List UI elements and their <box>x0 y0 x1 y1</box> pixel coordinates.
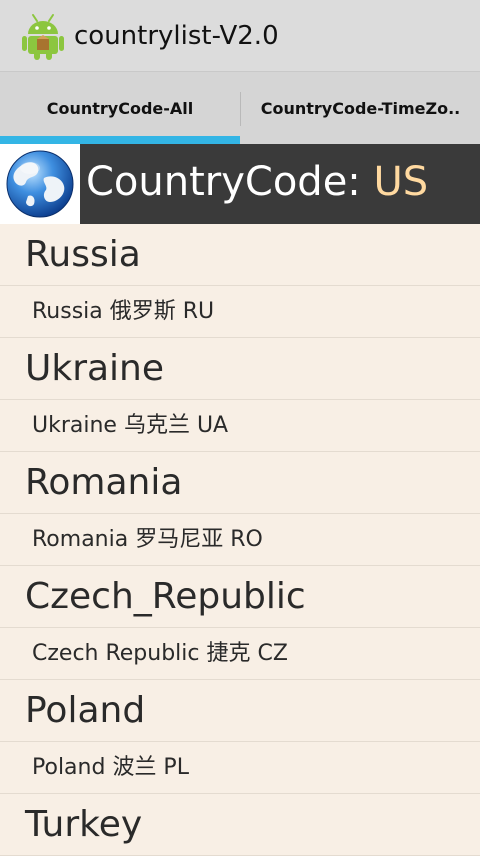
android-icon <box>22 14 64 60</box>
tab-countrycode-timezone[interactable]: CountryCode-TimeZo.. <box>241 72 480 144</box>
tab-bar: CountryCode-All CountryCode-TimeZo.. <box>0 72 480 144</box>
group-header[interactable]: Czech_Republic <box>0 566 480 628</box>
app-title: countrylist-V2.0 <box>74 21 279 51</box>
app-bar: countrylist-V2.0 <box>0 0 480 72</box>
list-item[interactable]: Czech Republic 捷克 CZ <box>0 628 480 680</box>
group-header[interactable]: Turkey <box>0 794 480 856</box>
list-item[interactable]: Poland 波兰 PL <box>0 742 480 794</box>
tab-countrycode-all[interactable]: CountryCode-All <box>0 72 240 144</box>
country-list: Russia Russia 俄罗斯 RU Ukraine Ukraine 乌克兰 UA… <box>0 224 480 856</box>
group-header[interactable]: Poland <box>0 680 480 742</box>
list-item[interactable]: Russia 俄罗斯 RU <box>0 286 480 338</box>
country-code-label: CountryCode: <box>86 159 374 205</box>
selected-tab-indicator <box>0 136 240 144</box>
group-header[interactable]: Russia <box>0 224 480 286</box>
globe-icon <box>6 150 74 218</box>
list-item[interactable]: Romania 罗马尼亚 RO <box>0 514 480 566</box>
country-code-text: CountryCode: US <box>86 156 428 208</box>
list-item[interactable]: Ukraine 乌克兰 UA <box>0 400 480 452</box>
globe-icon-container <box>0 144 80 224</box>
country-code-value: US <box>373 159 429 205</box>
group-header[interactable]: Ukraine <box>0 338 480 400</box>
country-code-header: CountryCode: US <box>0 144 480 224</box>
group-header[interactable]: Romania <box>0 452 480 514</box>
